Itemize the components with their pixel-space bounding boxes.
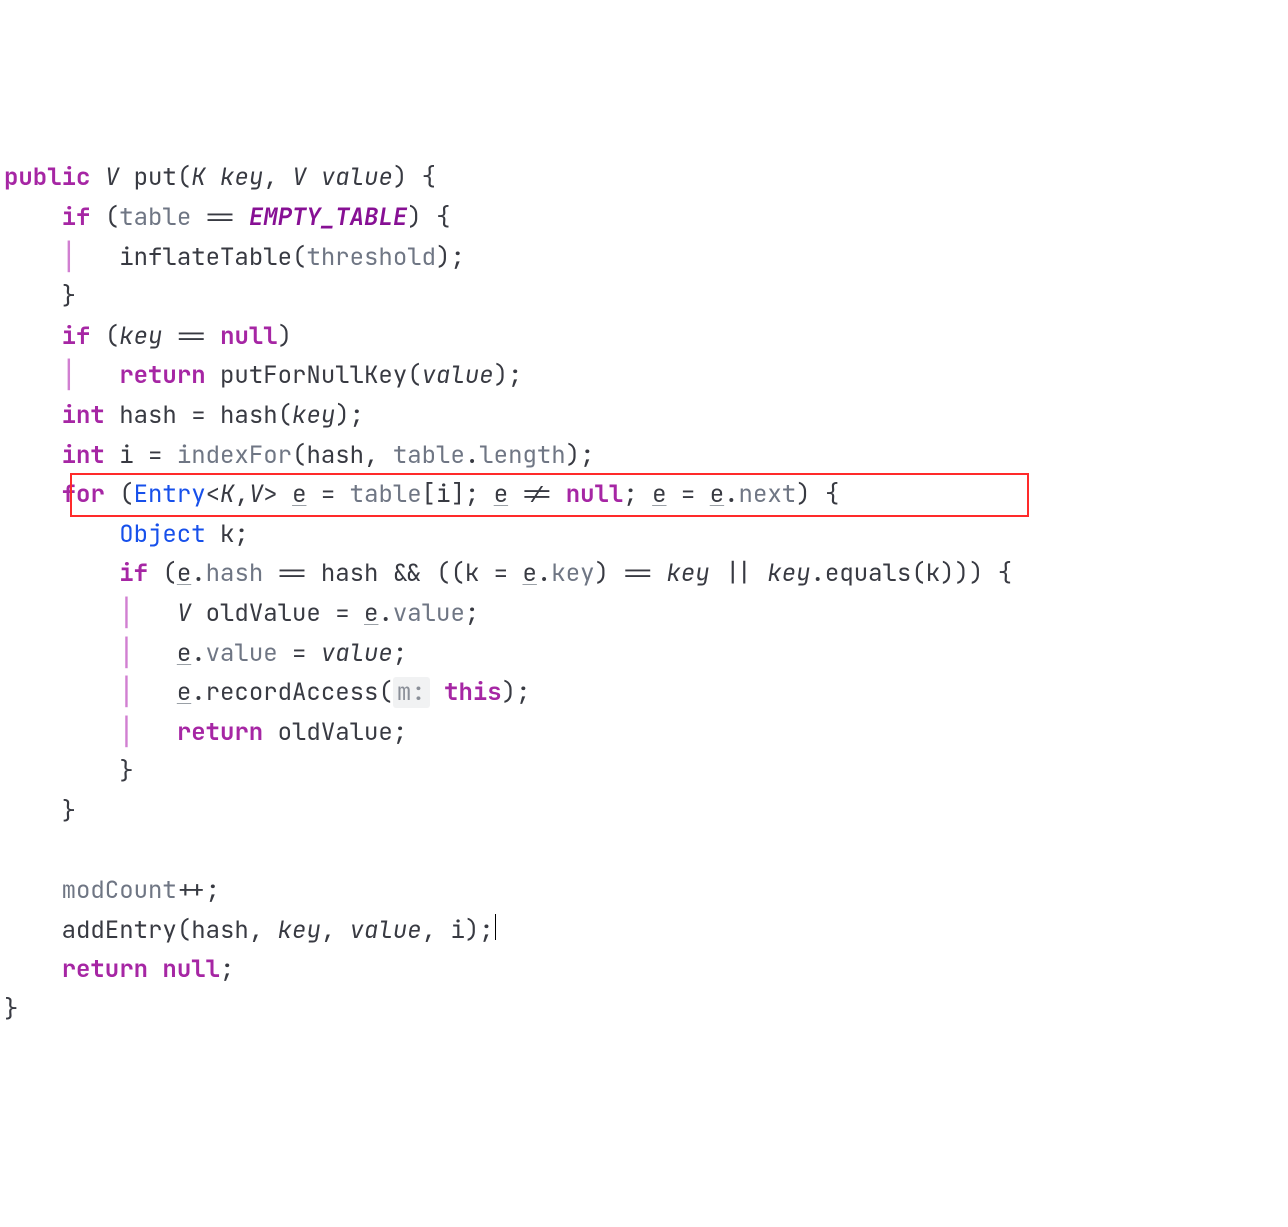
arg-table: table xyxy=(393,440,465,471)
call-hash: hash xyxy=(220,400,278,431)
op-eq2: == xyxy=(177,321,206,352)
arg-key2: key xyxy=(278,915,321,946)
type-K: K xyxy=(191,162,205,193)
var-i: i xyxy=(119,440,133,471)
gen-V: V xyxy=(249,479,263,510)
var-key3: key xyxy=(667,558,710,589)
var-threshold: threshold xyxy=(306,242,436,273)
kw-return3: return xyxy=(62,954,148,985)
kw-this: this xyxy=(444,677,502,708)
prop-value2: value xyxy=(206,638,278,669)
var-e: e xyxy=(292,479,306,510)
kw-null1: null xyxy=(220,321,278,352)
call-equals: equals xyxy=(825,558,911,589)
prop-hash: hash xyxy=(206,558,264,589)
text-cursor xyxy=(495,914,496,939)
call-inflate: inflateTable xyxy=(119,242,292,273)
prop-key: key xyxy=(551,558,594,589)
call-record: recordAccess xyxy=(206,677,379,708)
prop-length: length xyxy=(479,440,565,471)
var-hash: hash xyxy=(119,400,177,431)
kw-if-2: if xyxy=(62,321,91,352)
op-eq: == xyxy=(206,202,235,233)
var-table2: table xyxy=(350,479,422,510)
var-oldval2: oldValue xyxy=(278,717,393,748)
prop-value: value xyxy=(393,598,465,629)
var-e-3: e xyxy=(652,479,666,510)
var-k2: k xyxy=(465,558,479,589)
idx-i: i xyxy=(436,479,450,510)
param-value: value xyxy=(321,162,393,193)
var-value2: value xyxy=(321,638,393,669)
var-k: k xyxy=(220,519,234,550)
method-name: put xyxy=(134,162,177,193)
kw-null3: null xyxy=(162,954,220,985)
arg-i2: i xyxy=(450,915,464,946)
red-highlight-box xyxy=(70,473,1029,517)
kw-null2: null xyxy=(566,479,624,510)
kw-int2: int xyxy=(62,440,105,471)
kw-int1: int xyxy=(62,400,105,431)
kw-if-1: if xyxy=(62,202,91,233)
var-key: key xyxy=(119,321,162,352)
code-block: public V put(K key, V value) { if (table… xyxy=(0,158,1288,1029)
var-oldval: oldValue xyxy=(206,598,321,629)
call-putnull: putForNullKey xyxy=(220,360,407,391)
kw-return2: return xyxy=(177,717,263,748)
arg-hash: hash xyxy=(306,440,364,471)
const-empty: EMPTY_TABLE xyxy=(249,202,407,233)
e-c: e xyxy=(364,598,378,629)
arg-key: key xyxy=(292,400,335,431)
prop-next: next xyxy=(739,479,797,510)
call-indexfor: indexFor xyxy=(177,440,292,471)
kw-for: for xyxy=(62,479,105,510)
var-key4: key xyxy=(767,558,810,589)
param-key: key xyxy=(220,162,263,193)
var-e-4: e xyxy=(710,479,724,510)
var-table: table xyxy=(119,202,191,233)
e-d: e xyxy=(177,638,191,669)
type-V3: V xyxy=(177,598,191,629)
e-a: e xyxy=(177,558,191,589)
var-value: value xyxy=(422,360,494,391)
type-V2: V xyxy=(292,162,306,193)
type-V: V xyxy=(105,162,119,193)
kw-if-3: if xyxy=(119,558,148,589)
var-hash2: hash xyxy=(321,558,379,589)
var-modcount: modCount xyxy=(62,875,177,906)
arg-k: k xyxy=(926,558,940,589)
var-e-2: e xyxy=(494,479,508,510)
arg-value2: value xyxy=(350,915,422,946)
inlay-hint: m: xyxy=(393,677,430,708)
kw-public: public xyxy=(4,162,90,193)
e-e: e xyxy=(177,677,191,708)
gen-K: K xyxy=(220,479,234,510)
arg-hash2: hash xyxy=(191,915,249,946)
call-addentry: addEntry xyxy=(62,915,177,946)
cls-object: Object xyxy=(119,519,205,550)
kw-return1: return xyxy=(119,360,205,391)
e-b: e xyxy=(522,558,536,589)
cls-entry: Entry xyxy=(134,479,206,510)
